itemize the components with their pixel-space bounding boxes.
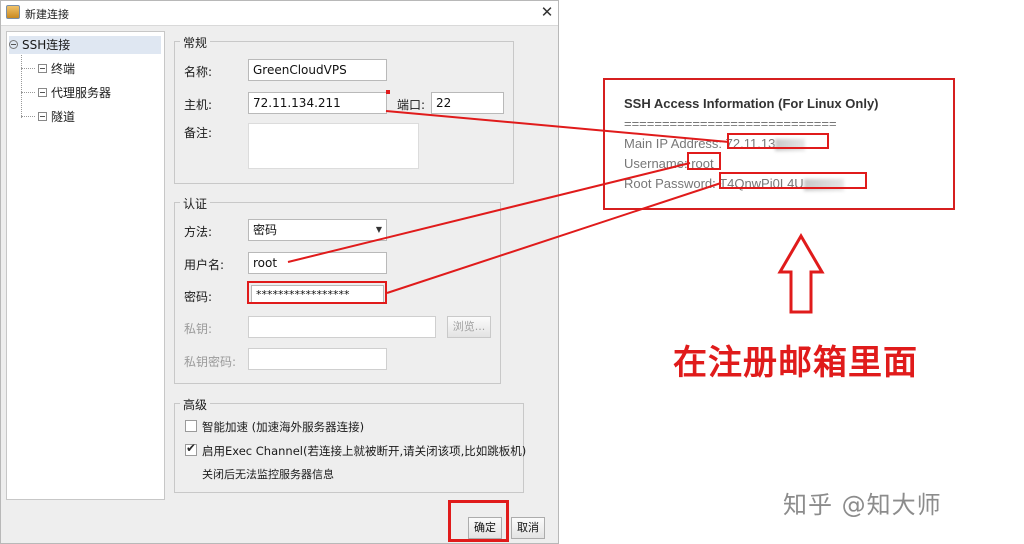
watermark: 知乎 @知大师: [783, 491, 942, 519]
ip-connector-line: [385, 110, 730, 143]
up-arrow-icon: [777, 233, 825, 314]
password-connector-line: [386, 182, 722, 294]
annotation-text: 在注册邮箱里面: [673, 343, 918, 383]
annotation-overlay: [287, 110, 825, 314]
